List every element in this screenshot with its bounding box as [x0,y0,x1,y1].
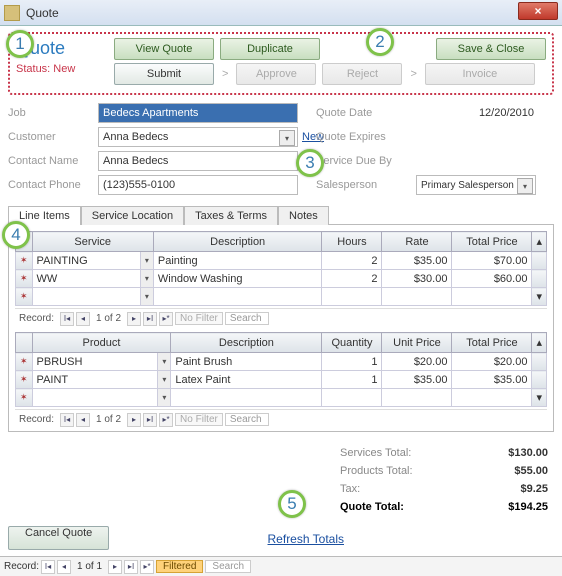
nav-prev-icon: ◂ [76,413,90,427]
quote-total-label: Quote Total: [340,501,404,513]
cancel-quote-button[interactable]: Cancel Quote [8,526,109,550]
approve-button[interactable]: Approve [236,63,316,85]
save-close-button[interactable]: Save & Close [436,38,546,60]
nav-last-icon: ▸I [143,312,157,326]
callout-5: 5 [278,490,306,518]
nav-next-icon: ▸ [108,560,122,574]
line-items-panel: Service Description Hours Rate Total Pri… [8,225,554,432]
customer-label: Customer [8,131,98,143]
nav-prev-icon: ◂ [57,560,71,574]
nav-last-icon: ▸I [143,413,157,427]
col-hours[interactable]: Hours [322,232,382,252]
nav-next-icon: ▸ [127,312,141,326]
salesperson-label: Salesperson [316,179,416,191]
job-input[interactable]: Bedecs Apartments [98,103,298,123]
no-filter-pill: No Filter [175,413,223,426]
col-total[interactable]: Total Price [452,333,532,353]
customer-dropdown[interactable]: Anna Bedecs [98,127,298,147]
col-rate[interactable]: Rate [382,232,452,252]
table-row[interactable]: ✶ PBRUSH▾ Paint Brush 1 $20.00 $20.00 [16,353,547,371]
contact-phone-input[interactable]: (123)555-0100 [98,175,298,195]
nav-prev-icon: ◂ [76,312,90,326]
new-row[interactable]: ✶▾▾ [16,288,547,306]
invoice-button[interactable]: Invoice [425,63,535,85]
totals-region: 5 Services Total: $130.00 Products Total:… [8,444,554,516]
nav-next-icon: ▸ [127,413,141,427]
submit-button[interactable]: Submit [114,63,214,85]
products-record-nav[interactable]: Record: I◂◂ 1 of 2 ▸▸I▸* No Filter Searc… [15,409,547,427]
duplicate-button[interactable]: Duplicate [220,38,320,60]
nav-first-icon: I◂ [41,560,55,574]
nav-first-icon: I◂ [60,312,74,326]
details-region: 3 Job Bedecs Apartments Quote Date 12/20… [8,103,554,195]
callout-1: 1 [6,30,34,58]
nav-new-icon: ▸* [159,312,173,326]
reject-button[interactable]: Reject [322,63,402,85]
quote-expires-label: Quote Expires [316,131,416,143]
service-due-label: Service Due By [316,155,416,167]
callout-3: 3 [296,149,324,177]
chevron-right-icon: > [220,68,230,80]
tax-value: $9.25 [520,483,548,495]
contact-name-input[interactable]: Anna Bedecs [98,151,298,171]
callout-2: 2 [366,28,394,56]
contact-phone-label: Contact Phone [8,179,98,191]
col-description[interactable]: Description [153,232,322,252]
tab-notes[interactable]: Notes [278,206,329,225]
col-total[interactable]: Total Price [452,232,532,252]
new-row[interactable]: ✶▾▾ [16,389,547,407]
footer-record-nav[interactable]: Record: I◂◂ 1 of 1 ▸▸I▸* Filtered Search [0,556,562,576]
no-filter-pill: No Filter [175,312,223,325]
col-product[interactable]: Product [32,333,171,353]
services-record-nav[interactable]: Record: I◂◂ 1 of 2 ▸▸I▸* No Filter Searc… [15,308,547,326]
quote-date-label: Quote Date [316,107,416,119]
table-row[interactable]: ✶ PAINTING▾ Painting 2 $35.00 $70.00 [16,252,547,270]
nav-new-icon: ▸* [159,413,173,427]
products-total-label: Products Total: [340,465,413,477]
services-total-value: $130.00 [508,447,548,459]
salesperson-dropdown[interactable]: Primary Salesperson [416,175,536,195]
quote-total-value: $194.25 [508,501,548,513]
table-row[interactable]: ✶ PAINT▾ Latex Paint 1 $35.00 $35.00 [16,371,547,389]
services-total-label: Services Total: [340,447,411,459]
products-grid[interactable]: Product Description Quantity Unit Price … [15,332,547,407]
products-total-value: $55.00 [514,465,548,477]
tax-label: Tax: [340,483,360,495]
tab-bar: 4 Line Items Service Location Taxes & Te… [8,205,554,225]
filtered-pill: Filtered [156,560,203,573]
status-label: Status: New [16,63,106,75]
services-grid[interactable]: Service Description Hours Rate Total Pri… [15,231,547,306]
close-button[interactable]: × [518,2,558,20]
job-label: Job [8,107,98,119]
contact-name-label: Contact Name [8,155,98,167]
nav-last-icon: ▸I [124,560,138,574]
refresh-totals-link[interactable]: Refresh Totals [268,532,344,550]
footer-search-box: Search [205,560,251,573]
col-unitprice[interactable]: Unit Price [382,333,452,353]
chevron-right-icon: > [408,68,418,80]
view-quote-button[interactable]: View Quote [114,38,214,60]
callout-4: 4 [2,221,30,249]
table-row[interactable]: ✶ WW▾ Window Washing 2 $30.00 $60.00 [16,270,547,288]
nav-new-icon: ▸* [140,560,154,574]
app-icon [4,5,20,21]
window-title: Quote [26,6,59,20]
scroll-up-icon[interactable]: ▴ [532,232,547,252]
quote-date-value: 12/20/2010 [416,107,536,119]
col-service[interactable]: Service [32,232,153,252]
scroll-up-icon[interactable]: ▴ [532,333,547,353]
tab-taxes-terms[interactable]: Taxes & Terms [184,206,278,225]
col-qty[interactable]: Quantity [322,333,382,353]
search-box: Search [225,413,269,426]
search-box: Search [225,312,269,325]
tab-service-location[interactable]: Service Location [81,206,184,225]
header-region: 1 2 Quote Status: New View Quote Duplica… [8,32,554,95]
nav-first-icon: I◂ [60,413,74,427]
titlebar: Quote × [0,0,562,26]
col-description[interactable]: Description [171,333,322,353]
